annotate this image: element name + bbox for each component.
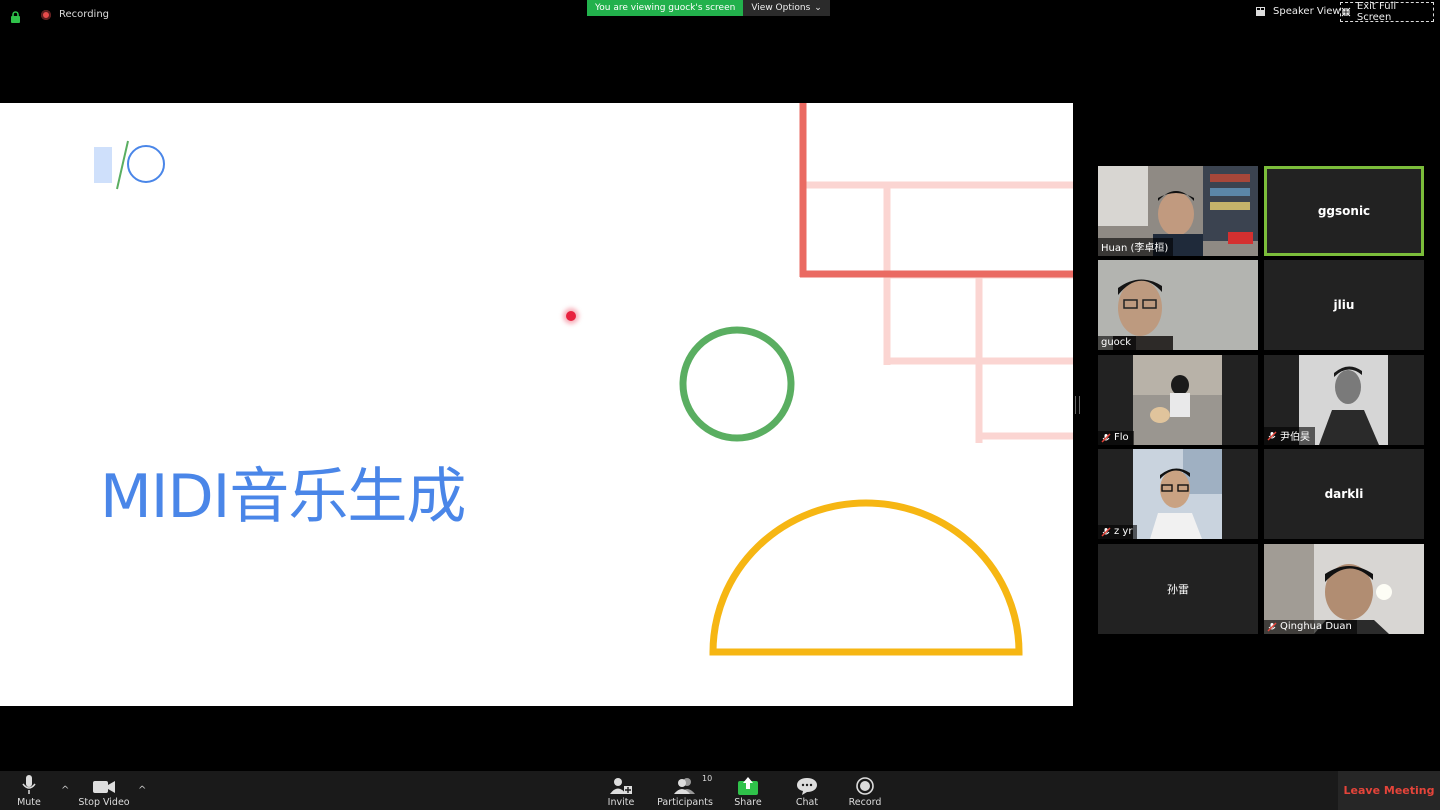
- participant-tile[interactable]: guock: [1098, 260, 1258, 350]
- green-circle-decoration: [679, 326, 795, 442]
- participant-name: 孙雷: [1167, 583, 1189, 596]
- io-logo: [94, 140, 165, 190]
- mic-muted-icon: [1267, 621, 1277, 632]
- lock-icon[interactable]: [10, 8, 21, 23]
- record-button[interactable]: Record: [846, 771, 884, 810]
- chat-label: Chat: [795, 797, 819, 808]
- share-label: Share: [734, 797, 762, 808]
- participant-tile[interactable]: jliu: [1264, 260, 1424, 350]
- yellow-semicircle-decoration: [709, 499, 1023, 656]
- mute-button[interactable]: Mute: [12, 771, 46, 810]
- participant-tile[interactable]: Flo: [1098, 355, 1258, 445]
- sharing-notice: You are viewing guock's screen: [587, 0, 744, 16]
- participant-tile-active-speaker[interactable]: ggsonic: [1264, 166, 1424, 256]
- view-options-button[interactable]: View Options ⌄: [743, 0, 830, 16]
- record-icon: [856, 777, 874, 795]
- speaker-view-icon: [1256, 7, 1265, 16]
- chat-button[interactable]: Chat: [790, 771, 824, 810]
- participant-name: darkli: [1324, 487, 1364, 501]
- exit-fullscreen-label: Exit Full Screen: [1356, 1, 1397, 23]
- invite-person-icon: [610, 778, 632, 794]
- microphone-icon: [22, 775, 36, 794]
- participant-name-label: Qinghua Duan: [1264, 620, 1357, 634]
- exit-fullscreen-button[interactable]: Exit Full Screen: [1340, 1, 1434, 23]
- participant-tile[interactable]: Qinghua Duan: [1264, 544, 1424, 634]
- participants-icon: [674, 778, 695, 794]
- participant-name-label: Huan (李卓桓): [1098, 238, 1174, 256]
- slide-graphics: [94, 103, 1073, 656]
- participant-tile[interactable]: z yr: [1098, 449, 1258, 539]
- participant-tile[interactable]: darkli: [1264, 449, 1424, 539]
- panel-resize-handle[interactable]: [1075, 396, 1080, 414]
- participants-count-badge: 10: [702, 774, 713, 783]
- record-dot-icon: [41, 9, 51, 20]
- video-camera-icon: [93, 781, 115, 793]
- participant-name: ggsonic: [1317, 204, 1371, 218]
- stop-video-label: Stop Video: [78, 797, 130, 808]
- speaker-view-button[interactable]: Speaker View: [1256, 6, 1341, 17]
- record-label: Record: [848, 797, 882, 808]
- mute-label: Mute: [17, 797, 41, 808]
- slide-title: MIDI音乐生成: [100, 462, 466, 532]
- shared-screen: MIDI音乐生成: [0, 103, 1073, 706]
- chat-bubble-icon: [797, 778, 817, 795]
- participant-name-label: Flo: [1098, 431, 1134, 445]
- pink-grid-decoration: [800, 181, 1073, 443]
- participant-name: jliu: [1333, 298, 1355, 312]
- participant-name-label: guock: [1098, 336, 1137, 350]
- mic-muted-icon: [1267, 430, 1277, 441]
- view-options-label: View Options: [751, 3, 811, 13]
- meeting-toolbar: Mute ^ Stop Video ^ Invite Participants …: [0, 771, 1440, 810]
- mic-muted-icon: [1101, 526, 1111, 537]
- leave-meeting-button[interactable]: Leave Meeting: [1338, 771, 1440, 810]
- stop-video-button[interactable]: Stop Video: [76, 771, 132, 810]
- invite-label: Invite: [607, 797, 635, 808]
- share-screen-icon: [738, 777, 758, 795]
- participant-name-label: 尹伯昊: [1264, 427, 1315, 445]
- participant-tile[interactable]: 尹伯昊: [1264, 355, 1424, 445]
- invite-button[interactable]: Invite: [603, 771, 639, 810]
- mic-muted-icon: [1101, 432, 1111, 443]
- participant-name-label: z yr: [1098, 525, 1138, 539]
- participant-tile[interactable]: 孙雷: [1098, 544, 1258, 634]
- audio-options-caret-icon[interactable]: ^: [61, 785, 69, 796]
- speaker-view-label: Speaker View: [1273, 6, 1341, 17]
- recording-indicator: Recording: [41, 9, 109, 20]
- chevron-down-icon: ⌄: [814, 3, 822, 13]
- video-options-caret-icon[interactable]: ^: [138, 785, 146, 796]
- participants-label: Participants: [657, 797, 713, 808]
- screen-share-banner: You are viewing guock's screen View Opti…: [587, 0, 830, 16]
- red-line-decoration: [799, 103, 1073, 278]
- annotation-pointer: [566, 311, 576, 321]
- exit-fullscreen-icon: [1341, 7, 1351, 17]
- recording-label: Recording: [59, 9, 110, 20]
- share-screen-button[interactable]: Share: [731, 771, 765, 810]
- participant-tile[interactable]: Huan (李卓桓): [1098, 166, 1258, 256]
